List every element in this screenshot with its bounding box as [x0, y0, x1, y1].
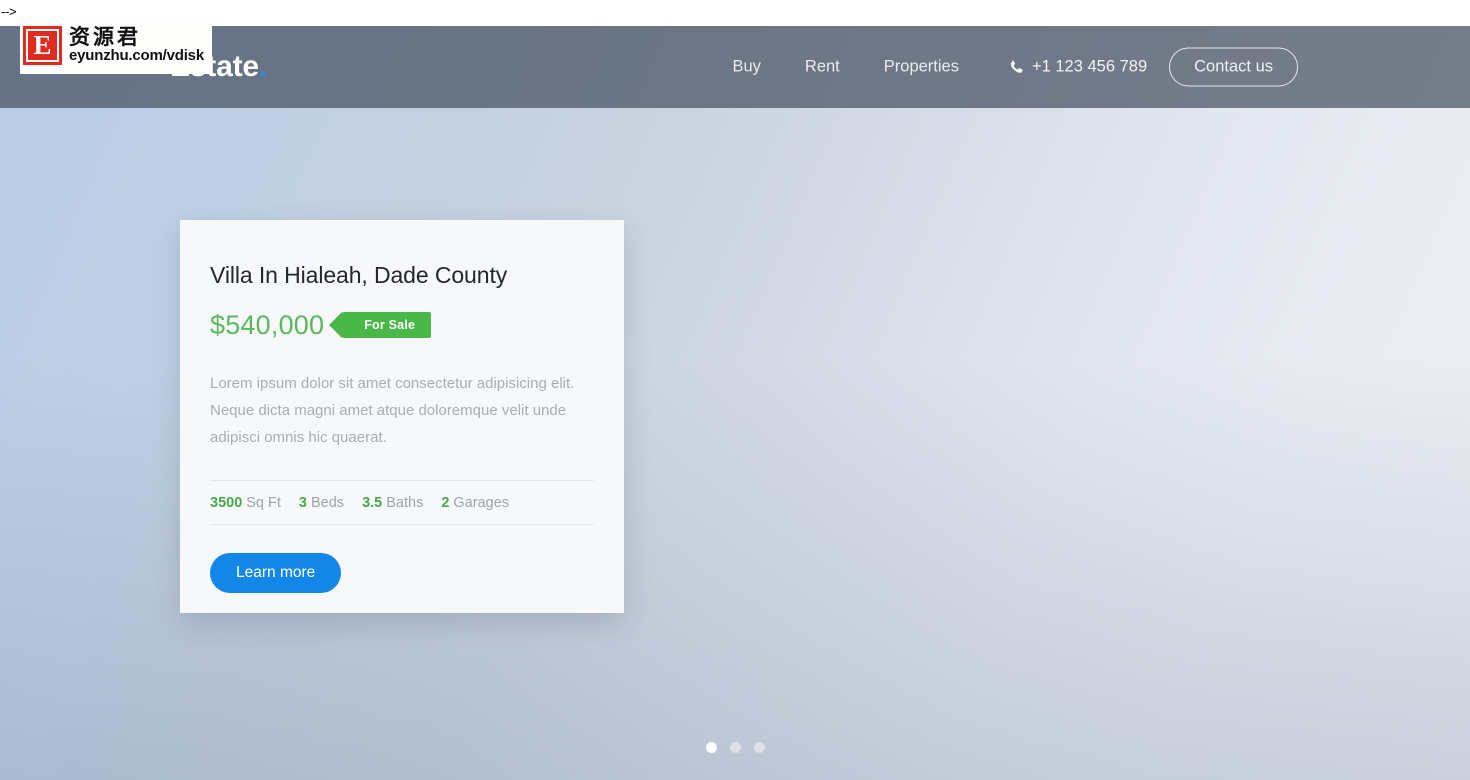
property-price: $540,000 — [210, 309, 325, 340]
stat-garages: 2 Garages — [441, 495, 509, 511]
price-row: $540,000 For Sale — [210, 310, 594, 341]
brand-dot: . — [258, 50, 267, 83]
stat-sq-ft-value: 3500 — [210, 494, 243, 511]
nav-link-properties[interactable]: Properties — [862, 52, 981, 83]
phone-icon — [1009, 59, 1025, 75]
stat-baths-value: 3.5 — [362, 494, 383, 511]
carousel-dot-2[interactable] — [729, 742, 741, 753]
watermark-overlay: E 资源君 eyunzhu.com/vdisk — [20, 17, 212, 74]
carousel-dot-3[interactable] — [753, 742, 765, 753]
site-header: Estate. Buy Rent Properties +1 123 456 7… — [0, 26, 1470, 108]
stat-garages-label: Garages — [453, 494, 510, 511]
stat-beds-value: 3 — [298, 494, 307, 511]
page-top-strip — [0, 0, 1470, 26]
stat-beds-label: Beds — [311, 494, 345, 511]
watermark-badge-letter: E — [26, 29, 59, 62]
phone-number-text: +1 123 456 789 — [1031, 57, 1148, 76]
carousel-dots — [0, 742, 1470, 753]
watermark-url-text: eyunzhu.com/vdisk — [69, 47, 204, 65]
main-navigation: Buy Rent Properties +1 123 456 789 Conta… — [710, 47, 1298, 87]
nav-link-buy[interactable]: Buy — [710, 52, 782, 83]
contact-us-button[interactable]: Contact us — [1169, 47, 1298, 87]
property-title: Villa In Hialeah, Dade County — [210, 262, 508, 288]
watermark-badge-icon: E — [23, 26, 62, 65]
property-stats: 3500 Sq Ft 3 Beds 3.5 Baths 2 Garages — [210, 481, 594, 524]
watermark-chinese-text: 资源君 — [69, 25, 141, 50]
stat-beds: 3 Beds — [299, 495, 344, 511]
status-badge: For Sale — [329, 312, 432, 339]
stray-comment-text: --> — [1, 4, 17, 19]
property-card: Villa In Hialeah, Dade County $540,000 F… — [180, 220, 624, 613]
phone-number-block[interactable]: +1 123 456 789 — [1009, 58, 1147, 77]
stat-baths: 3.5 Baths — [362, 495, 423, 511]
stat-sq-ft: 3500 Sq Ft — [210, 495, 281, 511]
nav-link-rent[interactable]: Rent — [783, 52, 862, 83]
carousel-dot-1[interactable] — [705, 742, 717, 753]
stat-baths-label: Baths — [386, 494, 424, 511]
learn-more-button[interactable]: Learn more — [210, 552, 342, 593]
stat-sq-ft-label: Sq Ft — [246, 494, 281, 511]
property-description: Lorem ipsum dolor sit amet consectetur a… — [210, 374, 575, 446]
stat-garages-value: 2 — [441, 494, 450, 511]
stats-divider-bottom — [210, 523, 594, 525]
watermark-text: 资源君 eyunzhu.com/vdisk — [69, 26, 204, 65]
